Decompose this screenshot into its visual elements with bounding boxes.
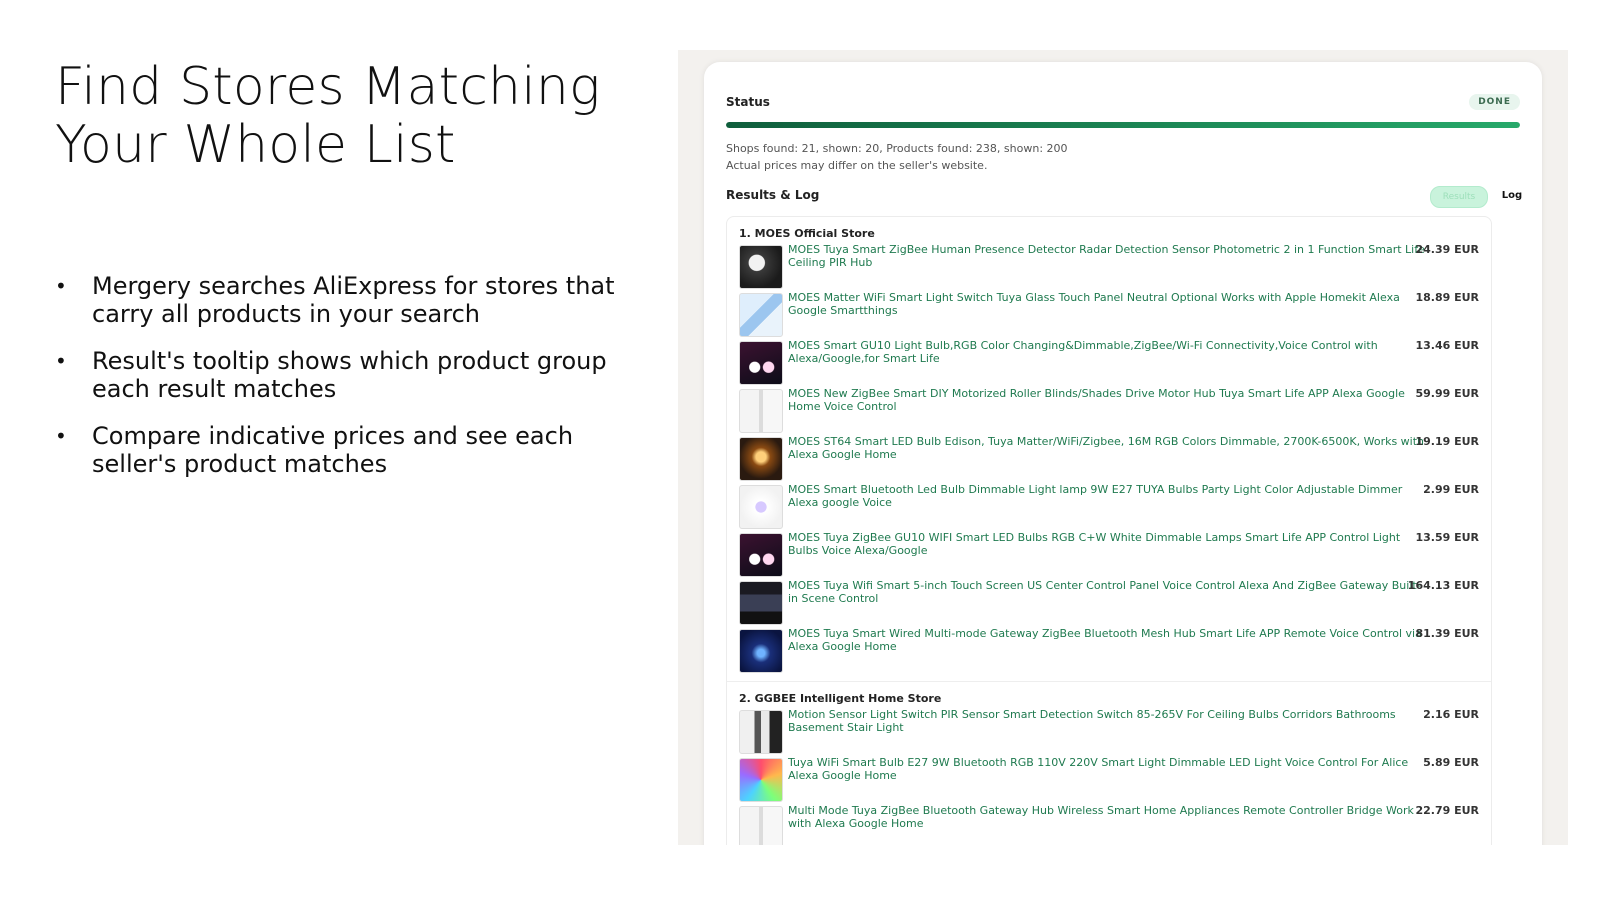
store-group: 1. MOES Official Store MOES Tuya Smart Zi… [727, 217, 1491, 675]
product-price: 2.99 EUR [1423, 483, 1479, 496]
product-thumbnail[interactable] [739, 341, 783, 385]
product-row[interactable]: Multi Mode Tuya ZigBee Bluetooth Gateway… [739, 804, 1479, 845]
slide-title: Find Stores Matching Your Whole List [55, 58, 615, 174]
product-row[interactable]: MOES Matter WiFi Smart Light Switch Tuya… [739, 291, 1479, 339]
product-price: 2.16 EUR [1423, 708, 1479, 721]
feature-bullets: Mergery searches AliExpress for stores t… [55, 272, 615, 497]
product-link[interactable]: Tuya WiFi Smart Bulb E27 9W Bluetooth RG… [788, 756, 1428, 782]
product-price: 13.59 EUR [1415, 531, 1479, 544]
product-thumbnail[interactable] [739, 437, 783, 481]
product-price: 18.89 EUR [1415, 291, 1479, 304]
results-list[interactable]: 1. MOES Official Store MOES Tuya Smart Zi… [726, 216, 1492, 845]
product-row[interactable]: MOES Tuya Wifi Smart 5-inch Touch Screen… [739, 579, 1479, 627]
product-link[interactable]: MOES Tuya Smart Wired Multi-mode Gateway… [788, 627, 1428, 653]
product-row[interactable]: MOES New ZigBee Smart DIY Motorized Roll… [739, 387, 1479, 435]
tab-log[interactable]: Log [1492, 186, 1532, 206]
store-group: 2. GGBEE Intelligent Home Store Motion Se… [727, 681, 1491, 845]
summary-counts: Shops found: 21, shown: 20, Products fou… [726, 142, 1068, 155]
status-summary: Shops found: 21, shown: 20, Products fou… [726, 140, 1068, 174]
price-disclaimer: Actual prices may differ on the seller's… [726, 159, 988, 172]
product-row[interactable]: MOES Smart Bluetooth Led Bulb Dimmable L… [739, 483, 1479, 531]
results-log-title: Results & Log [726, 188, 820, 202]
product-thumbnail[interactable] [739, 389, 783, 433]
product-price: 19.19 EUR [1415, 435, 1479, 448]
product-link[interactable]: MOES Matter WiFi Smart Light Switch Tuya… [788, 291, 1428, 317]
product-row[interactable]: MOES Tuya Smart Wired Multi-mode Gateway… [739, 627, 1479, 675]
product-link[interactable]: MOES Smart GU10 Light Bulb,RGB Color Cha… [788, 339, 1428, 365]
product-link[interactable]: MOES New ZigBee Smart DIY Motorized Roll… [788, 387, 1428, 413]
status-label: Status [726, 95, 770, 109]
product-thumbnail[interactable] [739, 245, 783, 289]
store-name: 2. GGBEE Intelligent Home Store [739, 692, 942, 705]
store-name: 1. MOES Official Store [739, 227, 875, 240]
product-price: 5.89 EUR [1423, 756, 1479, 769]
bullet-item: Compare indicative prices and see each s… [55, 422, 615, 478]
product-link[interactable]: MOES Smart Bluetooth Led Bulb Dimmable L… [788, 483, 1428, 509]
bullet-item: Mergery searches AliExpress for stores t… [55, 272, 615, 328]
product-price: 24.39 EUR [1415, 243, 1479, 256]
product-thumbnail[interactable] [739, 581, 783, 625]
product-row[interactable]: Tuya WiFi Smart Bulb E27 9W Bluetooth RG… [739, 756, 1479, 804]
status-badge: DONE [1469, 94, 1520, 110]
product-row[interactable]: MOES Tuya Smart ZigBee Human Presence De… [739, 243, 1479, 291]
product-link[interactable]: MOES Tuya ZigBee GU10 WIFI Smart LED Bul… [788, 531, 1428, 557]
product-thumbnail[interactable] [739, 629, 783, 673]
product-link[interactable]: MOES ST64 Smart LED Bulb Edison, Tuya Ma… [788, 435, 1428, 461]
product-thumbnail[interactable] [739, 758, 783, 802]
product-thumbnail[interactable] [739, 806, 783, 845]
product-price: 164.13 EUR [1407, 579, 1479, 592]
bullet-item: Result's tooltip shows which product gro… [55, 347, 615, 403]
tab-results[interactable]: Results [1430, 186, 1488, 208]
product-thumbnail[interactable] [739, 293, 783, 337]
product-row[interactable]: MOES Tuya ZigBee GU10 WIFI Smart LED Bul… [739, 531, 1479, 579]
product-price: 81.39 EUR [1415, 627, 1479, 640]
product-price: 59.99 EUR [1415, 387, 1479, 400]
product-thumbnail[interactable] [739, 485, 783, 529]
product-price: 22.79 EUR [1415, 804, 1479, 817]
product-row[interactable]: Motion Sensor Light Switch PIR Sensor Sm… [739, 708, 1479, 756]
product-link[interactable]: MOES Tuya Smart ZigBee Human Presence De… [788, 243, 1428, 269]
progress-bar [726, 122, 1520, 128]
screenshot-frame: Status DONE Shops found: 21, shown: 20, … [678, 50, 1568, 845]
results-card: Status DONE Shops found: 21, shown: 20, … [704, 62, 1542, 845]
product-link[interactable]: MOES Tuya Wifi Smart 5-inch Touch Screen… [788, 579, 1428, 605]
product-link[interactable]: Motion Sensor Light Switch PIR Sensor Sm… [788, 708, 1428, 734]
product-price: 13.46 EUR [1415, 339, 1479, 352]
product-row[interactable]: MOES Smart GU10 Light Bulb,RGB Color Cha… [739, 339, 1479, 387]
product-row[interactable]: MOES ST64 Smart LED Bulb Edison, Tuya Ma… [739, 435, 1479, 483]
slide-title-line-1: Find Stores Matching [55, 57, 601, 117]
progress-fill [726, 122, 1520, 128]
product-link[interactable]: Multi Mode Tuya ZigBee Bluetooth Gateway… [788, 804, 1428, 830]
product-thumbnail[interactable] [739, 533, 783, 577]
product-thumbnail[interactable] [739, 710, 783, 754]
slide-title-line-2: Your Whole List [55, 115, 456, 175]
